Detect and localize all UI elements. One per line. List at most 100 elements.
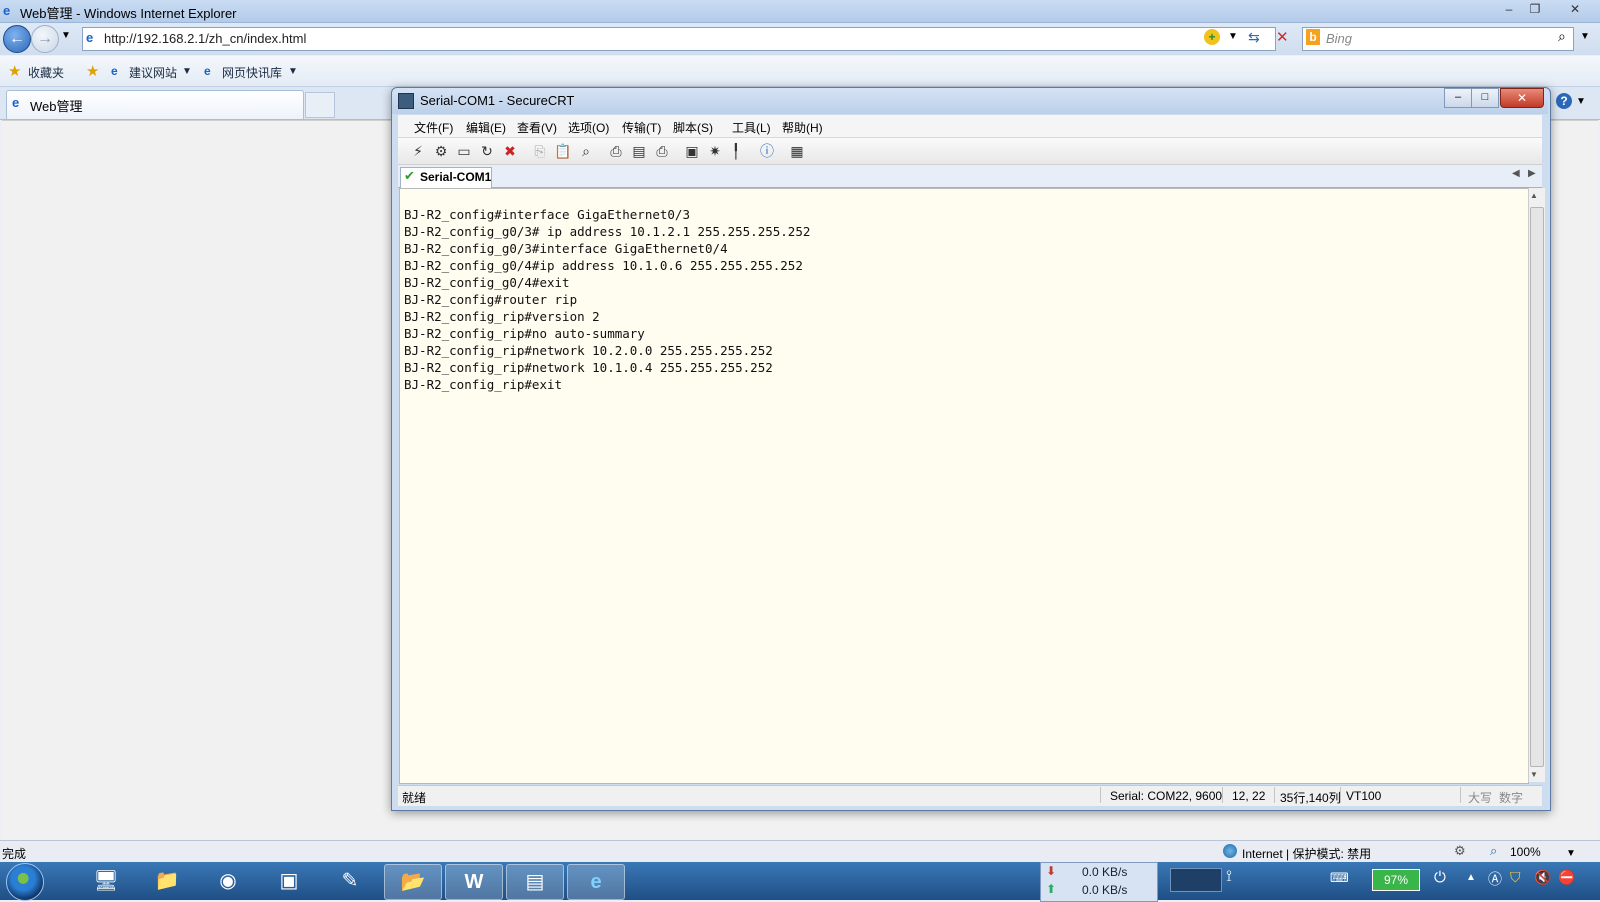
status-separator — [1340, 787, 1341, 803]
compat-icon[interactable]: + — [1204, 29, 1220, 45]
scroll-down-icon[interactable]: ▼ — [1530, 770, 1538, 779]
ie-security-zone[interactable]: Internet | 保护模式: 禁用 — [1242, 845, 1371, 862]
taskbar-explorer-icon[interactable]: 📂 — [384, 864, 442, 900]
copy-icon[interactable]: ⎘ — [530, 141, 550, 161]
scroll-thumb[interactable] — [1530, 207, 1544, 767]
taskbar-securecrt-icon[interactable]: ▤ — [506, 864, 564, 900]
web-slice-icon: e — [204, 64, 211, 78]
crt-tabbar — [398, 165, 1542, 188]
crt-close-button[interactable]: ✕ — [1500, 88, 1544, 108]
zoom-dropdown-icon[interactable]: ▼ — [1566, 848, 1576, 859]
favorites-star-icon: ★ — [8, 63, 22, 80]
quick-connect-icon[interactable]: ⚙ — [431, 141, 451, 161]
favorites-button[interactable]: 收藏夹 — [28, 64, 64, 81]
suggested-sites-link[interactable]: 建议网站 — [129, 64, 177, 81]
menu-help[interactable]: 帮助(H) — [782, 119, 823, 136]
search-dropdown-icon[interactable]: ▼ — [1580, 31, 1590, 42]
menu-edit[interactable]: 编辑(E) — [466, 119, 506, 136]
security-shield-icon[interactable]: ⛉ — [1510, 869, 1521, 886]
new-tab-button[interactable] — [305, 92, 335, 118]
scroll-up-icon[interactable]: ▲ — [1530, 191, 1538, 200]
upload-speed: 0.0 KB/s — [1082, 883, 1128, 897]
help-icon[interactable]: ? — [1556, 93, 1572, 109]
wireless-icon[interactable]: ⟟ — [1226, 868, 1232, 886]
menu-tools[interactable]: 工具(L) — [732, 119, 771, 136]
tab-page-icon: e — [12, 95, 20, 110]
taskbar-word-icon[interactable]: W — [445, 864, 503, 900]
reconnect-icon[interactable]: ↻ — [477, 141, 497, 161]
tray-app-icon[interactable]: Ⓐ — [1488, 869, 1502, 889]
menu-view[interactable]: 查看(V) — [517, 119, 557, 136]
protected-mode-icon[interactable]: ⚙ — [1454, 843, 1466, 859]
taskbar-browser-icon[interactable]: ◉ — [200, 864, 256, 898]
search-input[interactable]: Bing — [1326, 31, 1352, 46]
connect-tab-icon[interactable]: ▭ — [454, 141, 474, 161]
close-button[interactable]: ✕ — [1562, 0, 1588, 18]
search-icon[interactable]: ⌕ — [1558, 28, 1566, 45]
minimize-button[interactable]: – — [1496, 0, 1522, 18]
internet-globe-icon — [1223, 844, 1237, 858]
terminal-line: BJ-R2_config_rip#network 10.2.0.0 255.25… — [404, 343, 773, 358]
taskbar-folder-icon[interactable]: 📁 — [139, 864, 195, 898]
terminal-line: BJ-R2_config_rip#network 10.1.0.4 255.25… — [404, 360, 773, 375]
disconnect-icon[interactable]: ✖ — [500, 141, 520, 161]
page-icon: e — [86, 30, 94, 45]
help-dropdown-icon[interactable]: ▼ — [1576, 96, 1586, 107]
crt-maximize-button[interactable]: □ — [1471, 88, 1499, 108]
stop-icon[interactable]: ✕ — [1276, 28, 1289, 46]
network-error-icon[interactable]: ⛔ — [1558, 869, 1575, 886]
crt-window-title: Serial-COM1 - SecureCRT — [420, 93, 575, 108]
start-button[interactable] — [6, 863, 44, 901]
help-about-icon[interactable]: ⓘ — [757, 141, 777, 161]
menu-options[interactable]: 选项(O) — [568, 119, 609, 136]
suggested-dropdown-icon[interactable]: ▼ — [182, 66, 192, 77]
taskbar-computer-icon[interactable]: 🖥 — [78, 864, 134, 898]
sftp-icon[interactable]: ▦ — [787, 141, 807, 161]
zoom-icon: ⌕ — [1490, 843, 1498, 858]
ie-tab-label: Web管理 — [30, 99, 83, 114]
ie-titlebar — [0, 0, 1600, 23]
keyboard-icon[interactable]: ⌨ — [1330, 870, 1349, 886]
tab-scroll-left-icon[interactable]: ◀ — [1512, 168, 1520, 179]
print-setup-icon[interactable]: ⎙ — [606, 141, 626, 161]
add-favorite-icon[interactable]: ★ — [86, 62, 99, 80]
session-options-icon[interactable]: ▣ — [682, 141, 702, 161]
menu-transfer[interactable]: 传输(T) — [622, 119, 661, 136]
print-selection-icon[interactable]: ▤ — [629, 141, 649, 161]
crt-minimize-button[interactable]: – — [1444, 88, 1472, 108]
taskbar-notepad-icon[interactable]: ✎ — [322, 864, 378, 898]
terminal-line: BJ-R2_config_g0/3# ip address 10.1.2.1 2… — [404, 224, 811, 239]
web-slice-link[interactable]: 网页快讯库 — [222, 64, 282, 81]
refresh-icon[interactable]: ⇆ — [1248, 29, 1260, 46]
ie-zoom-level[interactable]: 100% — [1510, 845, 1541, 859]
crt-status-state: 就绪 — [402, 791, 427, 805]
paste-icon[interactable]: 📋 — [553, 141, 573, 161]
signal-strength-icon[interactable] — [1170, 868, 1222, 892]
crt-status-emulation: VT100 — [1346, 789, 1382, 803]
address-input[interactable]: http://192.168.2.1/zh_cn/index.html — [104, 31, 306, 46]
find-icon[interactable]: ⌕ — [576, 141, 596, 161]
crt-status-caps: 大写 — [1468, 791, 1493, 805]
taskbar-app-icon[interactable]: ▣ — [261, 864, 317, 898]
download-arrow-icon: ⬇ — [1046, 864, 1057, 878]
global-options-icon[interactable]: ✷ — [705, 141, 725, 161]
battery-indicator[interactable]: 97% — [1372, 869, 1420, 891]
connect-icon[interactable]: ⚡ — [408, 141, 428, 161]
menu-file[interactable]: 文件(F) — [414, 119, 453, 136]
back-button[interactable]: ← — [3, 25, 31, 53]
show-hidden-icons[interactable]: ▲ — [1466, 872, 1476, 883]
terminal-line: BJ-R2_config#router rip — [404, 292, 578, 307]
forward-button[interactable]: → — [31, 25, 59, 53]
restore-button[interactable]: ❐ — [1522, 0, 1548, 18]
volume-muted-icon[interactable]: 🔇 — [1534, 869, 1551, 886]
taskbar-ie-icon[interactable]: e — [567, 864, 625, 900]
power-plug-icon[interactable]: ⏻ — [1434, 869, 1446, 886]
history-dropdown-icon[interactable]: ▼ — [61, 30, 71, 41]
address-dropdown-icon[interactable]: ▼ — [1228, 31, 1238, 42]
keymap-icon[interactable]: ╿ — [726, 141, 746, 161]
web-slice-dropdown-icon[interactable]: ▼ — [288, 66, 298, 77]
print-icon[interactable]: ⎙ — [652, 141, 672, 161]
crt-status-cursor: 12, 22 — [1232, 789, 1266, 803]
tab-scroll-right-icon[interactable]: ▶ — [1528, 168, 1536, 179]
menu-script[interactable]: 脚本(S) — [673, 119, 713, 136]
